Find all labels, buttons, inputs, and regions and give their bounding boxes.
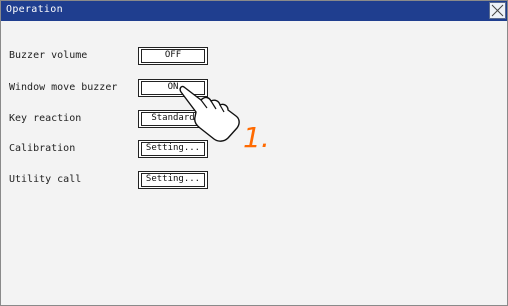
step-number-label: 1. bbox=[243, 121, 270, 154]
